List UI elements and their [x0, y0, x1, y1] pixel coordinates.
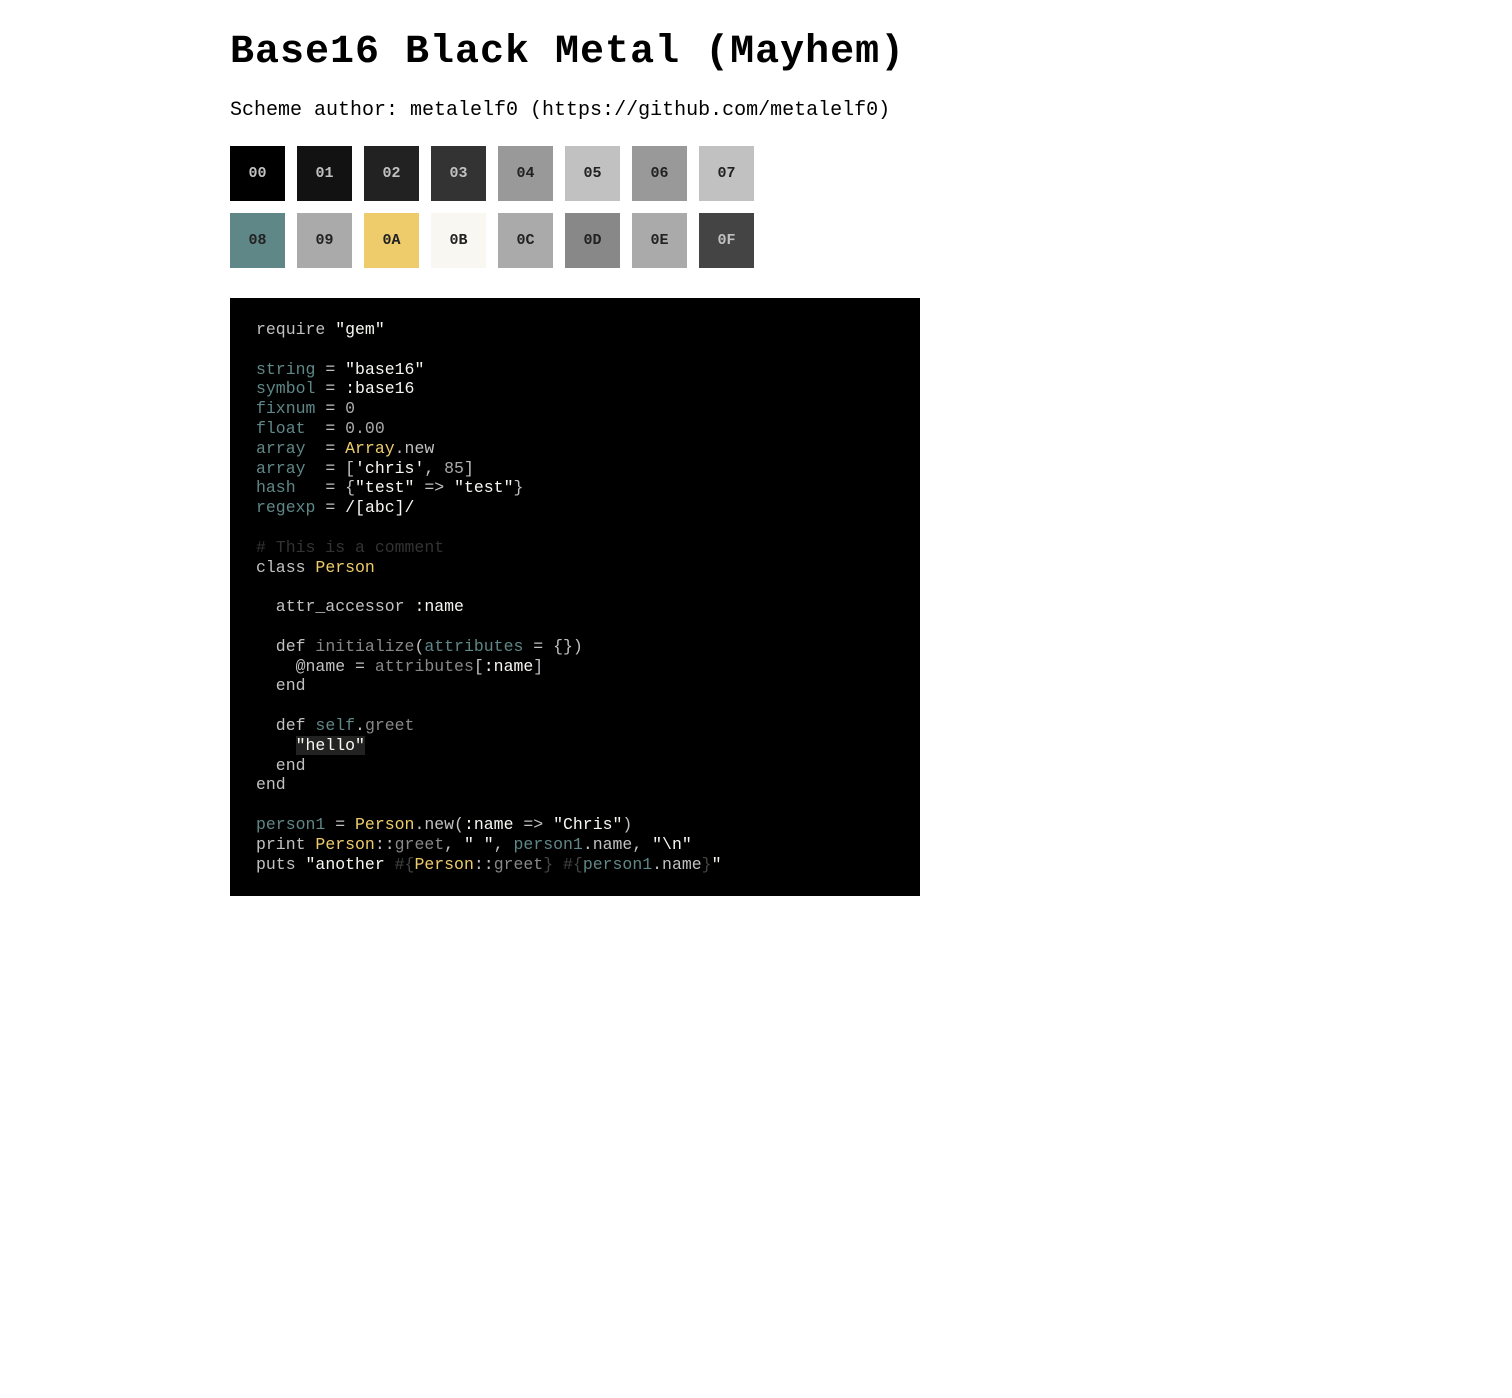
swatch-08: 08	[230, 213, 285, 268]
swatch-06: 06	[632, 146, 687, 201]
swatch-0f: 0F	[699, 213, 754, 268]
code-sample: require "gem" string = "base16" symbol =…	[230, 298, 920, 896]
swatch-00: 00	[230, 146, 285, 201]
swatch-09: 09	[297, 213, 352, 268]
swatch-0a: 0A	[364, 213, 419, 268]
swatch-04: 04	[498, 146, 553, 201]
swatch-0e: 0E	[632, 213, 687, 268]
swatch-0d: 0D	[565, 213, 620, 268]
swatch-0c: 0C	[498, 213, 553, 268]
swatch-02: 02	[364, 146, 419, 201]
swatch-07: 07	[699, 146, 754, 201]
swatch-0b: 0B	[431, 213, 486, 268]
swatch-01: 01	[297, 146, 352, 201]
scheme-author: Scheme author: metalelf0 (https://github…	[230, 99, 1150, 122]
code-pre: require "gem" string = "base16" symbol =…	[256, 320, 894, 874]
swatch-03: 03	[431, 146, 486, 201]
color-swatches: 0001020304050607 08090A0B0C0D0E0F	[230, 146, 790, 268]
swatch-05: 05	[565, 146, 620, 201]
page-title: Base16 Black Metal (Mayhem)	[230, 30, 1150, 75]
